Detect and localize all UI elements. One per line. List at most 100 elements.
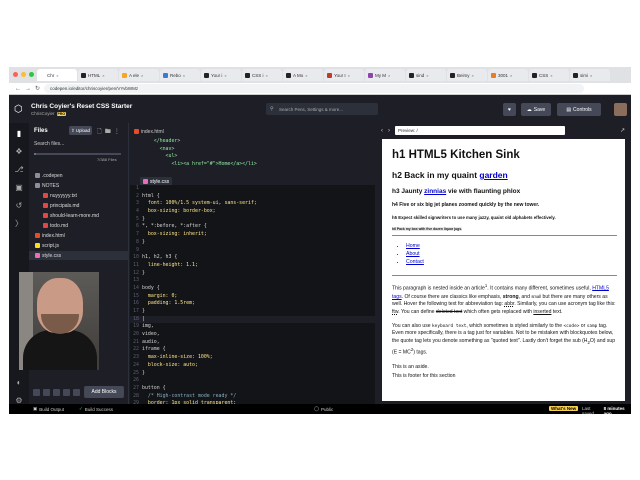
browser-tab[interactable]: My M × [365,69,405,81]
url-field[interactable]: codepen.io/editor/chriscoyier/pen/VYvbWM… [44,84,585,93]
browser-tab[interactable]: HTML × [78,69,118,81]
code-line[interactable]: 15 margin: 0; [130,293,375,301]
search-box[interactable]: ⚲ Search Pens, Settings & more... [266,103,378,115]
browser-tab[interactable]: CSS i × [242,69,282,81]
new-file-icon[interactable]: 🗋 [97,129,105,135]
code-line[interactable]: 4 box-sizing: border-box; [130,208,375,216]
browser-tab[interactable]: sind × [406,69,446,81]
close-tab-icon[interactable]: × [510,73,512,78]
preview-back-icon[interactable]: ‹ [381,128,383,134]
close-tab-icon[interactable]: × [305,73,307,78]
browser-tab[interactable]: Chr × [37,69,77,81]
save-button[interactable]: ☁ Save [521,103,551,116]
code-line[interactable]: 22 iframe { [130,346,375,354]
code-line[interactable]: 18 | [130,315,375,324]
code-line[interactable]: 11 line-height: 1.1; [130,262,375,270]
code-line[interactable]: 7 box-sizing: inherit; [130,231,375,239]
close-tab-icon[interactable]: × [102,73,104,78]
code-line[interactable]: 3 font: 100%/1.5 system-ui, sans-serif; [130,200,375,208]
terminal-icon[interactable]: 〉 [14,219,24,229]
code-line[interactable]: 21 audio, [130,339,375,347]
browser-tab[interactable]: Your i × [201,69,241,81]
browser-tab[interactable]: Rebo × [160,69,200,81]
assets-icon[interactable]: ▣ [14,183,24,193]
file-item[interactable]: NOTES [29,181,129,190]
file-item[interactable]: principals.md [29,201,129,210]
code-line[interactable]: 16 padding: 1.5rem; [130,300,375,308]
tool-icon[interactable] [73,388,80,396]
code-line[interactable]: </header> [130,138,375,146]
close-window-button[interactable] [13,72,18,77]
codepen-logo-icon[interactable]: ⬡ [14,104,26,116]
code-line[interactable]: 17} [130,308,375,316]
file-item[interactable]: style.css [29,251,129,260]
close-tab-icon[interactable]: × [472,73,474,78]
close-tab-icon[interactable]: × [141,73,143,78]
code-line[interactable]: 5} [130,216,375,224]
build-output-button[interactable]: ▣ Build Output [33,406,64,412]
close-tab-icon[interactable]: × [590,73,592,78]
close-tab-icon[interactable]: × [388,73,390,78]
code-line[interactable]: 2 html { [130,193,375,201]
file-search-input[interactable]: Search files... [34,141,64,147]
browser-tab[interactable]: A Mo × [283,69,323,81]
code-line[interactable]: 10 h1, h2, h3 { [130,254,375,262]
pen-title[interactable]: Chris Coyier's Reset CSS Starter [31,103,132,110]
code-line[interactable]: <nav> [130,146,375,154]
code-line[interactable]: 14 body { [130,285,375,293]
visibility-button[interactable]: ◯ Public [314,406,333,412]
files-icon[interactable]: ▮ [14,129,24,139]
zinnias-link[interactable]: zinnias [424,188,446,195]
minimize-window-button[interactable] [21,72,26,77]
preview-url-field[interactable]: Preview: / [395,126,565,135]
heart-button[interactable]: ♥ [503,103,516,116]
nav-link[interactable]: About [406,251,420,257]
close-tab-icon[interactable]: × [426,73,428,78]
preview-forward-icon[interactable]: › [388,128,390,134]
browser-tab[interactable]: Your I × [324,69,364,81]
code-line[interactable]: 28 /* High-contrast mode ready */ [130,393,375,401]
close-tab-icon[interactable]: × [266,73,268,78]
upload-button[interactable]: ⇧ Upload [69,126,92,135]
tool-icon[interactable] [43,388,50,396]
tool-icon[interactable] [33,388,40,396]
file-item[interactable]: should-learn-more.md [29,211,129,220]
avatar[interactable] [614,103,627,116]
code-line[interactable]: <ul> [130,153,375,161]
code-line[interactable]: 8} [130,239,375,247]
nav-link[interactable]: Home [406,243,420,249]
html-editor-pane[interactable]: </header> <nav> <ul> <li><a href="#">Hom… [130,138,375,170]
code-line[interactable]: 23 max-inline-size: 100%; [130,354,375,362]
tab-index-html[interactable]: index.html [134,127,164,136]
history-icon[interactable]: ↺ [14,201,24,211]
file-item[interactable]: index.html [29,231,129,240]
browser-tab[interactable]: A ele × [119,69,159,81]
close-tab-icon[interactable]: × [183,73,185,78]
file-item[interactable]: .codepen [29,171,129,180]
new-folder-icon[interactable]: 🖿 [105,129,114,135]
code-line[interactable]: 27 button { [130,385,375,393]
file-item[interactable]: script.js [29,241,129,250]
forward-arrow-icon[interactable]: → [25,86,31,92]
tool-icon[interactable] [53,388,60,396]
code-line[interactable]: 1 [130,185,375,193]
more-icon[interactable]: ⋮ [114,129,123,135]
tool-icon[interactable] [63,388,70,396]
reload-icon[interactable]: ↻ [35,85,40,92]
file-item[interactable]: nuyyyyyy.txt [29,191,129,200]
open-external-icon[interactable]: ↗ [620,127,625,134]
close-tab-icon[interactable]: × [550,73,552,78]
blocks-icon[interactable]: ❖ [14,147,24,157]
maximize-window-button[interactable] [29,72,34,77]
theme-icon[interactable]: ◐ [14,378,24,388]
code-line[interactable]: 20 video, [130,331,375,339]
browser-tab[interactable]: Beimy × [447,69,487,81]
code-line[interactable]: <li><a href="#">Home</a></li> [130,161,375,169]
whats-new-button[interactable]: What's New [549,406,579,411]
build-status[interactable]: ✓ Build Success [79,406,113,412]
close-tab-icon[interactable]: × [56,73,58,78]
close-tab-icon[interactable]: × [348,73,350,78]
browser-tab[interactable]: CSS × [529,69,569,81]
file-item[interactable]: todo.md [29,221,129,230]
back-arrow-icon[interactable]: ← [15,86,21,92]
